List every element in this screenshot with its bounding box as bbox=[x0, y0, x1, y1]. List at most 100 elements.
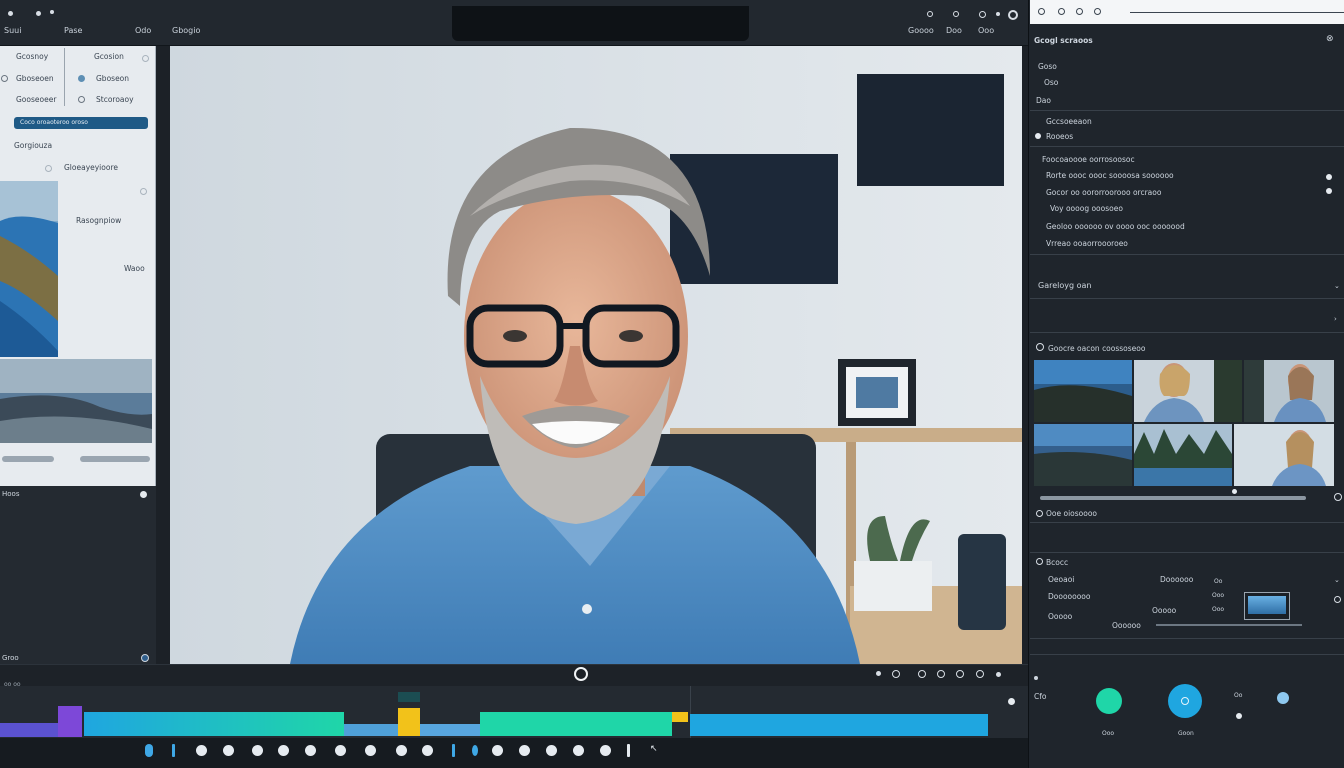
clip-yellow[interactable] bbox=[398, 708, 420, 736]
list-item[interactable]: Rorte oooc oooc soooosa soooooo bbox=[1046, 171, 1174, 180]
control-icon[interactable] bbox=[396, 745, 407, 756]
left-item[interactable]: Gorgiouza bbox=[14, 141, 52, 150]
clip-green[interactable] bbox=[480, 712, 672, 736]
left-item[interactable]: Gooseoeer bbox=[16, 95, 56, 104]
list-item[interactable]: Geoloo oooooo ov oooo ooc ooooood bbox=[1046, 222, 1185, 231]
notification-icon[interactable] bbox=[953, 11, 959, 17]
slider-track[interactable] bbox=[80, 456, 150, 462]
menu-icon[interactable] bbox=[36, 11, 41, 16]
blue-action-button[interactable] bbox=[1168, 684, 1202, 718]
user-icon[interactable] bbox=[979, 11, 986, 18]
menu-item[interactable]: Goooo bbox=[908, 26, 934, 35]
clip-violet[interactable] bbox=[58, 706, 82, 737]
menu-icon-2[interactable] bbox=[50, 10, 54, 14]
clip-yellow-small[interactable] bbox=[672, 712, 688, 722]
control-icon[interactable] bbox=[472, 745, 478, 756]
control-icon[interactable] bbox=[573, 745, 584, 756]
menu-item[interactable]: Odo bbox=[135, 26, 151, 35]
window-control-icon[interactable] bbox=[8, 11, 13, 16]
toggle-icon[interactable] bbox=[1326, 174, 1332, 180]
clip-cyan[interactable] bbox=[84, 712, 344, 736]
close-icon[interactable]: ⊗ bbox=[1326, 34, 1334, 44]
landscape-thumbnail[interactable] bbox=[0, 359, 152, 443]
left-item[interactable]: Gcosnoy bbox=[16, 52, 48, 61]
list-item[interactable]: Vrreao ooaorroooroeo bbox=[1046, 239, 1128, 248]
slider-track[interactable] bbox=[2, 456, 54, 462]
record-icon[interactable] bbox=[141, 654, 149, 662]
control-bar-icon[interactable] bbox=[627, 744, 630, 757]
power-icon[interactable] bbox=[1008, 10, 1018, 20]
control-icon[interactable] bbox=[223, 745, 234, 756]
left-item[interactable]: Waoo bbox=[124, 264, 145, 273]
menu-item[interactable]: Ooo bbox=[978, 26, 994, 35]
gallery-thumbnail[interactable] bbox=[1034, 424, 1132, 486]
radio-icon[interactable] bbox=[1035, 133, 1041, 139]
nav-forward-icon[interactable] bbox=[1058, 8, 1065, 15]
timeline-end-icon[interactable] bbox=[1008, 698, 1015, 705]
control-icon[interactable] bbox=[422, 745, 433, 756]
mic-icon[interactable] bbox=[876, 671, 881, 676]
radio-icon[interactable] bbox=[78, 96, 85, 103]
option-dot-icon[interactable] bbox=[1034, 676, 1038, 680]
green-action-button[interactable] bbox=[1096, 688, 1122, 714]
menu-item[interactable]: Gbogio bbox=[172, 26, 200, 35]
right-item[interactable]: Gccsoeeaon bbox=[1046, 117, 1092, 126]
record-button[interactable] bbox=[574, 667, 588, 681]
chevron-icon[interactable]: › bbox=[1334, 315, 1337, 323]
list-item[interactable]: Voy oooog ooosoeo bbox=[1050, 204, 1123, 213]
camera-icon[interactable] bbox=[892, 670, 900, 678]
control-icon[interactable] bbox=[546, 745, 557, 756]
settings-slider[interactable] bbox=[1156, 624, 1302, 626]
control-icon[interactable] bbox=[335, 745, 346, 756]
refresh-icon[interactable] bbox=[1334, 493, 1342, 501]
option-dot-icon[interactable] bbox=[1236, 713, 1242, 719]
chevron-icon[interactable]: ⌄ bbox=[1334, 576, 1340, 584]
radio-icon[interactable] bbox=[45, 165, 52, 172]
light-blue-dot-button[interactable] bbox=[1277, 692, 1289, 704]
left-item[interactable]: Gcosion bbox=[94, 52, 124, 61]
gallery-thumbnail[interactable] bbox=[1244, 360, 1334, 422]
right-item[interactable]: Goso bbox=[1038, 62, 1057, 71]
close-icon[interactable] bbox=[996, 672, 1001, 677]
clip-blue[interactable] bbox=[690, 714, 988, 736]
control-icon[interactable] bbox=[492, 745, 503, 756]
control-bar-icon[interactable] bbox=[452, 744, 455, 757]
control-dot-icon[interactable] bbox=[145, 744, 153, 757]
settings-value[interactable]: Ooooo bbox=[1152, 606, 1176, 615]
left-item[interactable]: Rasognpiow bbox=[76, 216, 121, 225]
settings-value[interactable]: Oooooo bbox=[1112, 621, 1141, 630]
menu-item[interactable]: Pase bbox=[64, 26, 82, 35]
toggle-icon[interactable] bbox=[1326, 188, 1332, 194]
gallery-thumbnail[interactable] bbox=[1134, 424, 1232, 486]
landscape-thumbnail[interactable] bbox=[0, 181, 58, 357]
more-icon[interactable] bbox=[976, 670, 984, 678]
gallery-thumbnail[interactable] bbox=[1034, 360, 1132, 422]
share-icon[interactable] bbox=[918, 670, 926, 678]
scroll-handle-icon[interactable] bbox=[1232, 489, 1237, 494]
chevron-down-icon[interactable]: ⌄ bbox=[1334, 282, 1340, 290]
selected-item[interactable]: Coco oroaoteroo oroso bbox=[14, 117, 148, 129]
control-icon[interactable] bbox=[252, 745, 263, 756]
radio-icon[interactable] bbox=[78, 75, 85, 82]
clip-blue-small[interactable] bbox=[344, 724, 398, 736]
menu-item[interactable]: Doo bbox=[946, 26, 962, 35]
settings-icon[interactable] bbox=[927, 11, 933, 17]
clip-purple[interactable] bbox=[0, 723, 60, 737]
right-item[interactable]: Oso bbox=[1044, 78, 1058, 87]
clip-blue-small[interactable] bbox=[420, 724, 480, 736]
control-icon[interactable] bbox=[365, 745, 376, 756]
radio-icon[interactable] bbox=[142, 55, 149, 62]
left-item[interactable]: Gboseon bbox=[96, 74, 129, 83]
gallery-thumbnail[interactable] bbox=[1134, 360, 1242, 422]
chat-icon[interactable] bbox=[937, 670, 945, 678]
left-item[interactable]: Gboseoen bbox=[16, 74, 54, 83]
control-bar-icon[interactable] bbox=[172, 744, 175, 757]
radio-icon[interactable] bbox=[1, 75, 8, 82]
left-item[interactable]: Gloeayeyioore bbox=[64, 163, 118, 172]
control-icon[interactable] bbox=[519, 745, 530, 756]
settings-value[interactable]: Doooooo bbox=[1160, 575, 1193, 584]
control-icon[interactable] bbox=[305, 745, 316, 756]
control-icon[interactable] bbox=[600, 745, 611, 756]
nav-back-icon[interactable] bbox=[1038, 8, 1045, 15]
refresh-icon[interactable] bbox=[1076, 8, 1083, 15]
